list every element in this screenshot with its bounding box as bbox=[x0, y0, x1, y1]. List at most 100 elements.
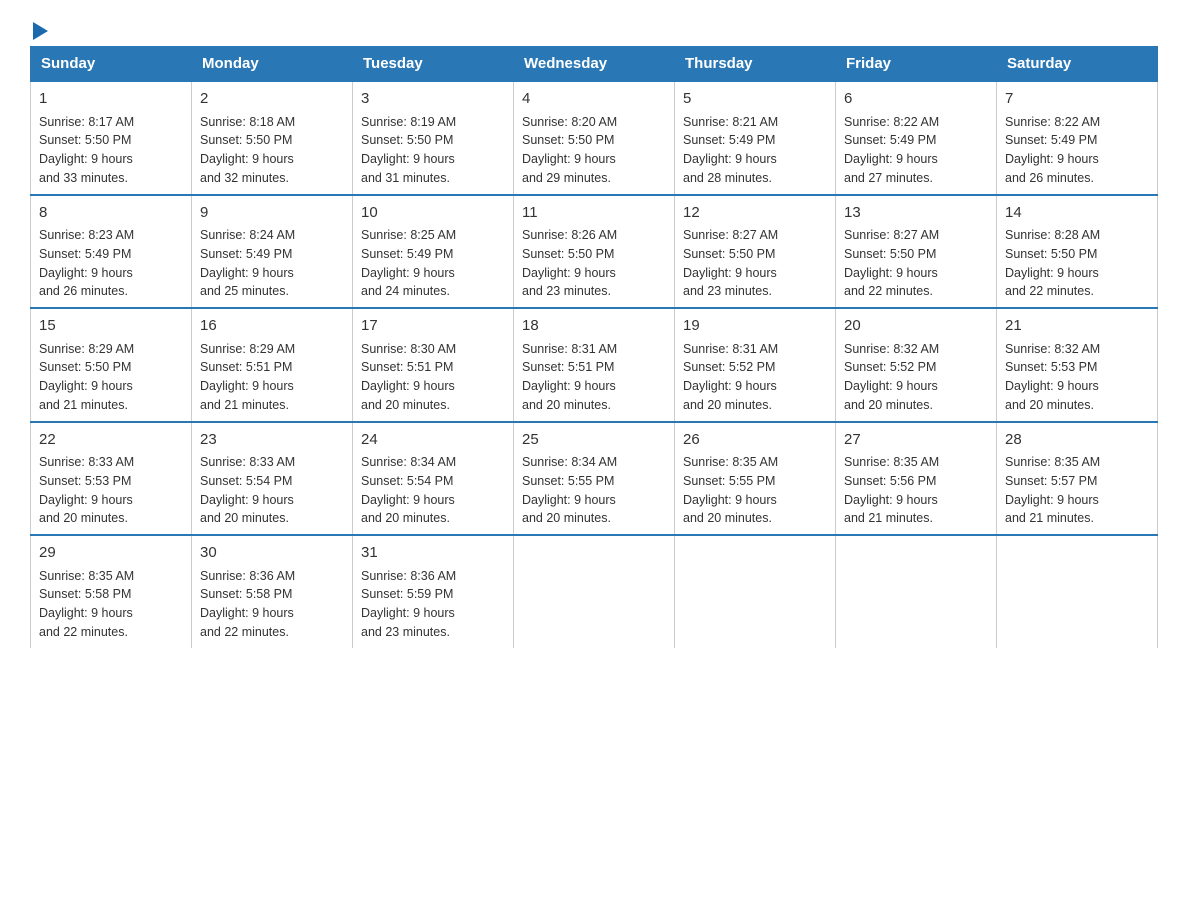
daylight-and: and 27 minutes. bbox=[844, 171, 933, 185]
daylight-info: Daylight: 9 hours bbox=[683, 493, 777, 507]
sunrise-info: Sunrise: 8:27 AM bbox=[844, 228, 939, 242]
daylight-and: and 20 minutes. bbox=[844, 398, 933, 412]
sunset-info: Sunset: 5:55 PM bbox=[522, 474, 614, 488]
sunset-info: Sunset: 5:50 PM bbox=[683, 247, 775, 261]
daylight-and: and 23 minutes. bbox=[361, 625, 450, 639]
daylight-and: and 31 minutes. bbox=[361, 171, 450, 185]
sunrise-info: Sunrise: 8:25 AM bbox=[361, 228, 456, 242]
sunset-info: Sunset: 5:51 PM bbox=[361, 360, 453, 374]
daylight-info: Daylight: 9 hours bbox=[522, 379, 616, 393]
day-number: 14 bbox=[1005, 202, 1149, 225]
sunset-info: Sunset: 5:50 PM bbox=[522, 247, 614, 261]
daylight-and: and 22 minutes. bbox=[39, 625, 128, 639]
sunset-info: Sunset: 5:58 PM bbox=[39, 587, 131, 601]
sunrise-info: Sunrise: 8:18 AM bbox=[200, 115, 295, 129]
calendar-cell: 31 Sunrise: 8:36 AM Sunset: 5:59 PM Dayl… bbox=[353, 535, 514, 648]
sunrise-info: Sunrise: 8:20 AM bbox=[522, 115, 617, 129]
day-number: 12 bbox=[683, 202, 827, 225]
sunrise-info: Sunrise: 8:31 AM bbox=[683, 342, 778, 356]
day-number: 27 bbox=[844, 429, 988, 452]
daylight-info: Daylight: 9 hours bbox=[39, 379, 133, 393]
day-number: 26 bbox=[683, 429, 827, 452]
day-number: 18 bbox=[522, 315, 666, 338]
daylight-info: Daylight: 9 hours bbox=[361, 606, 455, 620]
sunrise-info: Sunrise: 8:28 AM bbox=[1005, 228, 1100, 242]
daylight-info: Daylight: 9 hours bbox=[1005, 152, 1099, 166]
calendar-cell: 9 Sunrise: 8:24 AM Sunset: 5:49 PM Dayli… bbox=[192, 195, 353, 309]
calendar-cell bbox=[675, 535, 836, 648]
daylight-and: and 21 minutes. bbox=[200, 398, 289, 412]
daylight-and: and 20 minutes. bbox=[683, 511, 772, 525]
day-number: 2 bbox=[200, 88, 344, 111]
sunset-info: Sunset: 5:54 PM bbox=[361, 474, 453, 488]
day-number: 16 bbox=[200, 315, 344, 338]
daylight-and: and 24 minutes. bbox=[361, 284, 450, 298]
sunrise-info: Sunrise: 8:22 AM bbox=[844, 115, 939, 129]
day-number: 21 bbox=[1005, 315, 1149, 338]
daylight-info: Daylight: 9 hours bbox=[683, 379, 777, 393]
calendar-cell: 15 Sunrise: 8:29 AM Sunset: 5:50 PM Dayl… bbox=[31, 308, 192, 422]
daylight-and: and 20 minutes. bbox=[683, 398, 772, 412]
sunset-info: Sunset: 5:50 PM bbox=[361, 133, 453, 147]
day-number: 11 bbox=[522, 202, 666, 225]
calendar-week-row: 15 Sunrise: 8:29 AM Sunset: 5:50 PM Dayl… bbox=[31, 308, 1158, 422]
daylight-and: and 21 minutes. bbox=[844, 511, 933, 525]
day-number: 5 bbox=[683, 88, 827, 111]
calendar-cell: 29 Sunrise: 8:35 AM Sunset: 5:58 PM Dayl… bbox=[31, 535, 192, 648]
sunset-info: Sunset: 5:50 PM bbox=[200, 133, 292, 147]
daylight-info: Daylight: 9 hours bbox=[522, 266, 616, 280]
calendar-cell: 13 Sunrise: 8:27 AM Sunset: 5:50 PM Dayl… bbox=[836, 195, 997, 309]
day-number: 13 bbox=[844, 202, 988, 225]
daylight-and: and 32 minutes. bbox=[200, 171, 289, 185]
calendar-week-row: 22 Sunrise: 8:33 AM Sunset: 5:53 PM Dayl… bbox=[31, 422, 1158, 536]
calendar-cell: 20 Sunrise: 8:32 AM Sunset: 5:52 PM Dayl… bbox=[836, 308, 997, 422]
logo-triangle-icon bbox=[33, 22, 48, 40]
daylight-info: Daylight: 9 hours bbox=[1005, 266, 1099, 280]
day-number: 25 bbox=[522, 429, 666, 452]
calendar-cell: 19 Sunrise: 8:31 AM Sunset: 5:52 PM Dayl… bbox=[675, 308, 836, 422]
calendar-cell: 28 Sunrise: 8:35 AM Sunset: 5:57 PM Dayl… bbox=[997, 422, 1158, 536]
calendar-week-row: 29 Sunrise: 8:35 AM Sunset: 5:58 PM Dayl… bbox=[31, 535, 1158, 648]
daylight-info: Daylight: 9 hours bbox=[844, 493, 938, 507]
calendar-table: SundayMondayTuesdayWednesdayThursdayFrid… bbox=[30, 46, 1158, 648]
sunrise-info: Sunrise: 8:29 AM bbox=[200, 342, 295, 356]
calendar-cell bbox=[997, 535, 1158, 648]
sunset-info: Sunset: 5:50 PM bbox=[1005, 247, 1097, 261]
calendar-cell: 18 Sunrise: 8:31 AM Sunset: 5:51 PM Dayl… bbox=[514, 308, 675, 422]
daylight-info: Daylight: 9 hours bbox=[1005, 379, 1099, 393]
daylight-and: and 23 minutes. bbox=[522, 284, 611, 298]
calendar-cell: 2 Sunrise: 8:18 AM Sunset: 5:50 PM Dayli… bbox=[192, 81, 353, 195]
calendar-cell: 6 Sunrise: 8:22 AM Sunset: 5:49 PM Dayli… bbox=[836, 81, 997, 195]
calendar-cell bbox=[514, 535, 675, 648]
daylight-info: Daylight: 9 hours bbox=[200, 379, 294, 393]
sunrise-info: Sunrise: 8:22 AM bbox=[1005, 115, 1100, 129]
daylight-info: Daylight: 9 hours bbox=[522, 152, 616, 166]
weekday-header: Monday bbox=[192, 47, 353, 82]
sunrise-info: Sunrise: 8:35 AM bbox=[844, 455, 939, 469]
daylight-and: and 20 minutes. bbox=[522, 511, 611, 525]
sunrise-info: Sunrise: 8:35 AM bbox=[683, 455, 778, 469]
daylight-and: and 26 minutes. bbox=[39, 284, 128, 298]
weekday-header: Tuesday bbox=[353, 47, 514, 82]
sunset-info: Sunset: 5:50 PM bbox=[844, 247, 936, 261]
daylight-info: Daylight: 9 hours bbox=[844, 266, 938, 280]
daylight-and: and 22 minutes. bbox=[200, 625, 289, 639]
sunset-info: Sunset: 5:56 PM bbox=[844, 474, 936, 488]
page-header bbox=[30, 20, 1158, 36]
sunset-info: Sunset: 5:50 PM bbox=[39, 133, 131, 147]
sunset-info: Sunset: 5:50 PM bbox=[39, 360, 131, 374]
calendar-cell: 26 Sunrise: 8:35 AM Sunset: 5:55 PM Dayl… bbox=[675, 422, 836, 536]
day-number: 29 bbox=[39, 542, 183, 565]
calendar-cell: 8 Sunrise: 8:23 AM Sunset: 5:49 PM Dayli… bbox=[31, 195, 192, 309]
calendar-cell: 5 Sunrise: 8:21 AM Sunset: 5:49 PM Dayli… bbox=[675, 81, 836, 195]
sunrise-info: Sunrise: 8:32 AM bbox=[844, 342, 939, 356]
day-number: 9 bbox=[200, 202, 344, 225]
daylight-info: Daylight: 9 hours bbox=[39, 266, 133, 280]
calendar-cell: 11 Sunrise: 8:26 AM Sunset: 5:50 PM Dayl… bbox=[514, 195, 675, 309]
day-number: 22 bbox=[39, 429, 183, 452]
calendar-header-row: SundayMondayTuesdayWednesdayThursdayFrid… bbox=[31, 47, 1158, 82]
daylight-info: Daylight: 9 hours bbox=[200, 152, 294, 166]
sunset-info: Sunset: 5:58 PM bbox=[200, 587, 292, 601]
weekday-header: Saturday bbox=[997, 47, 1158, 82]
weekday-header: Wednesday bbox=[514, 47, 675, 82]
